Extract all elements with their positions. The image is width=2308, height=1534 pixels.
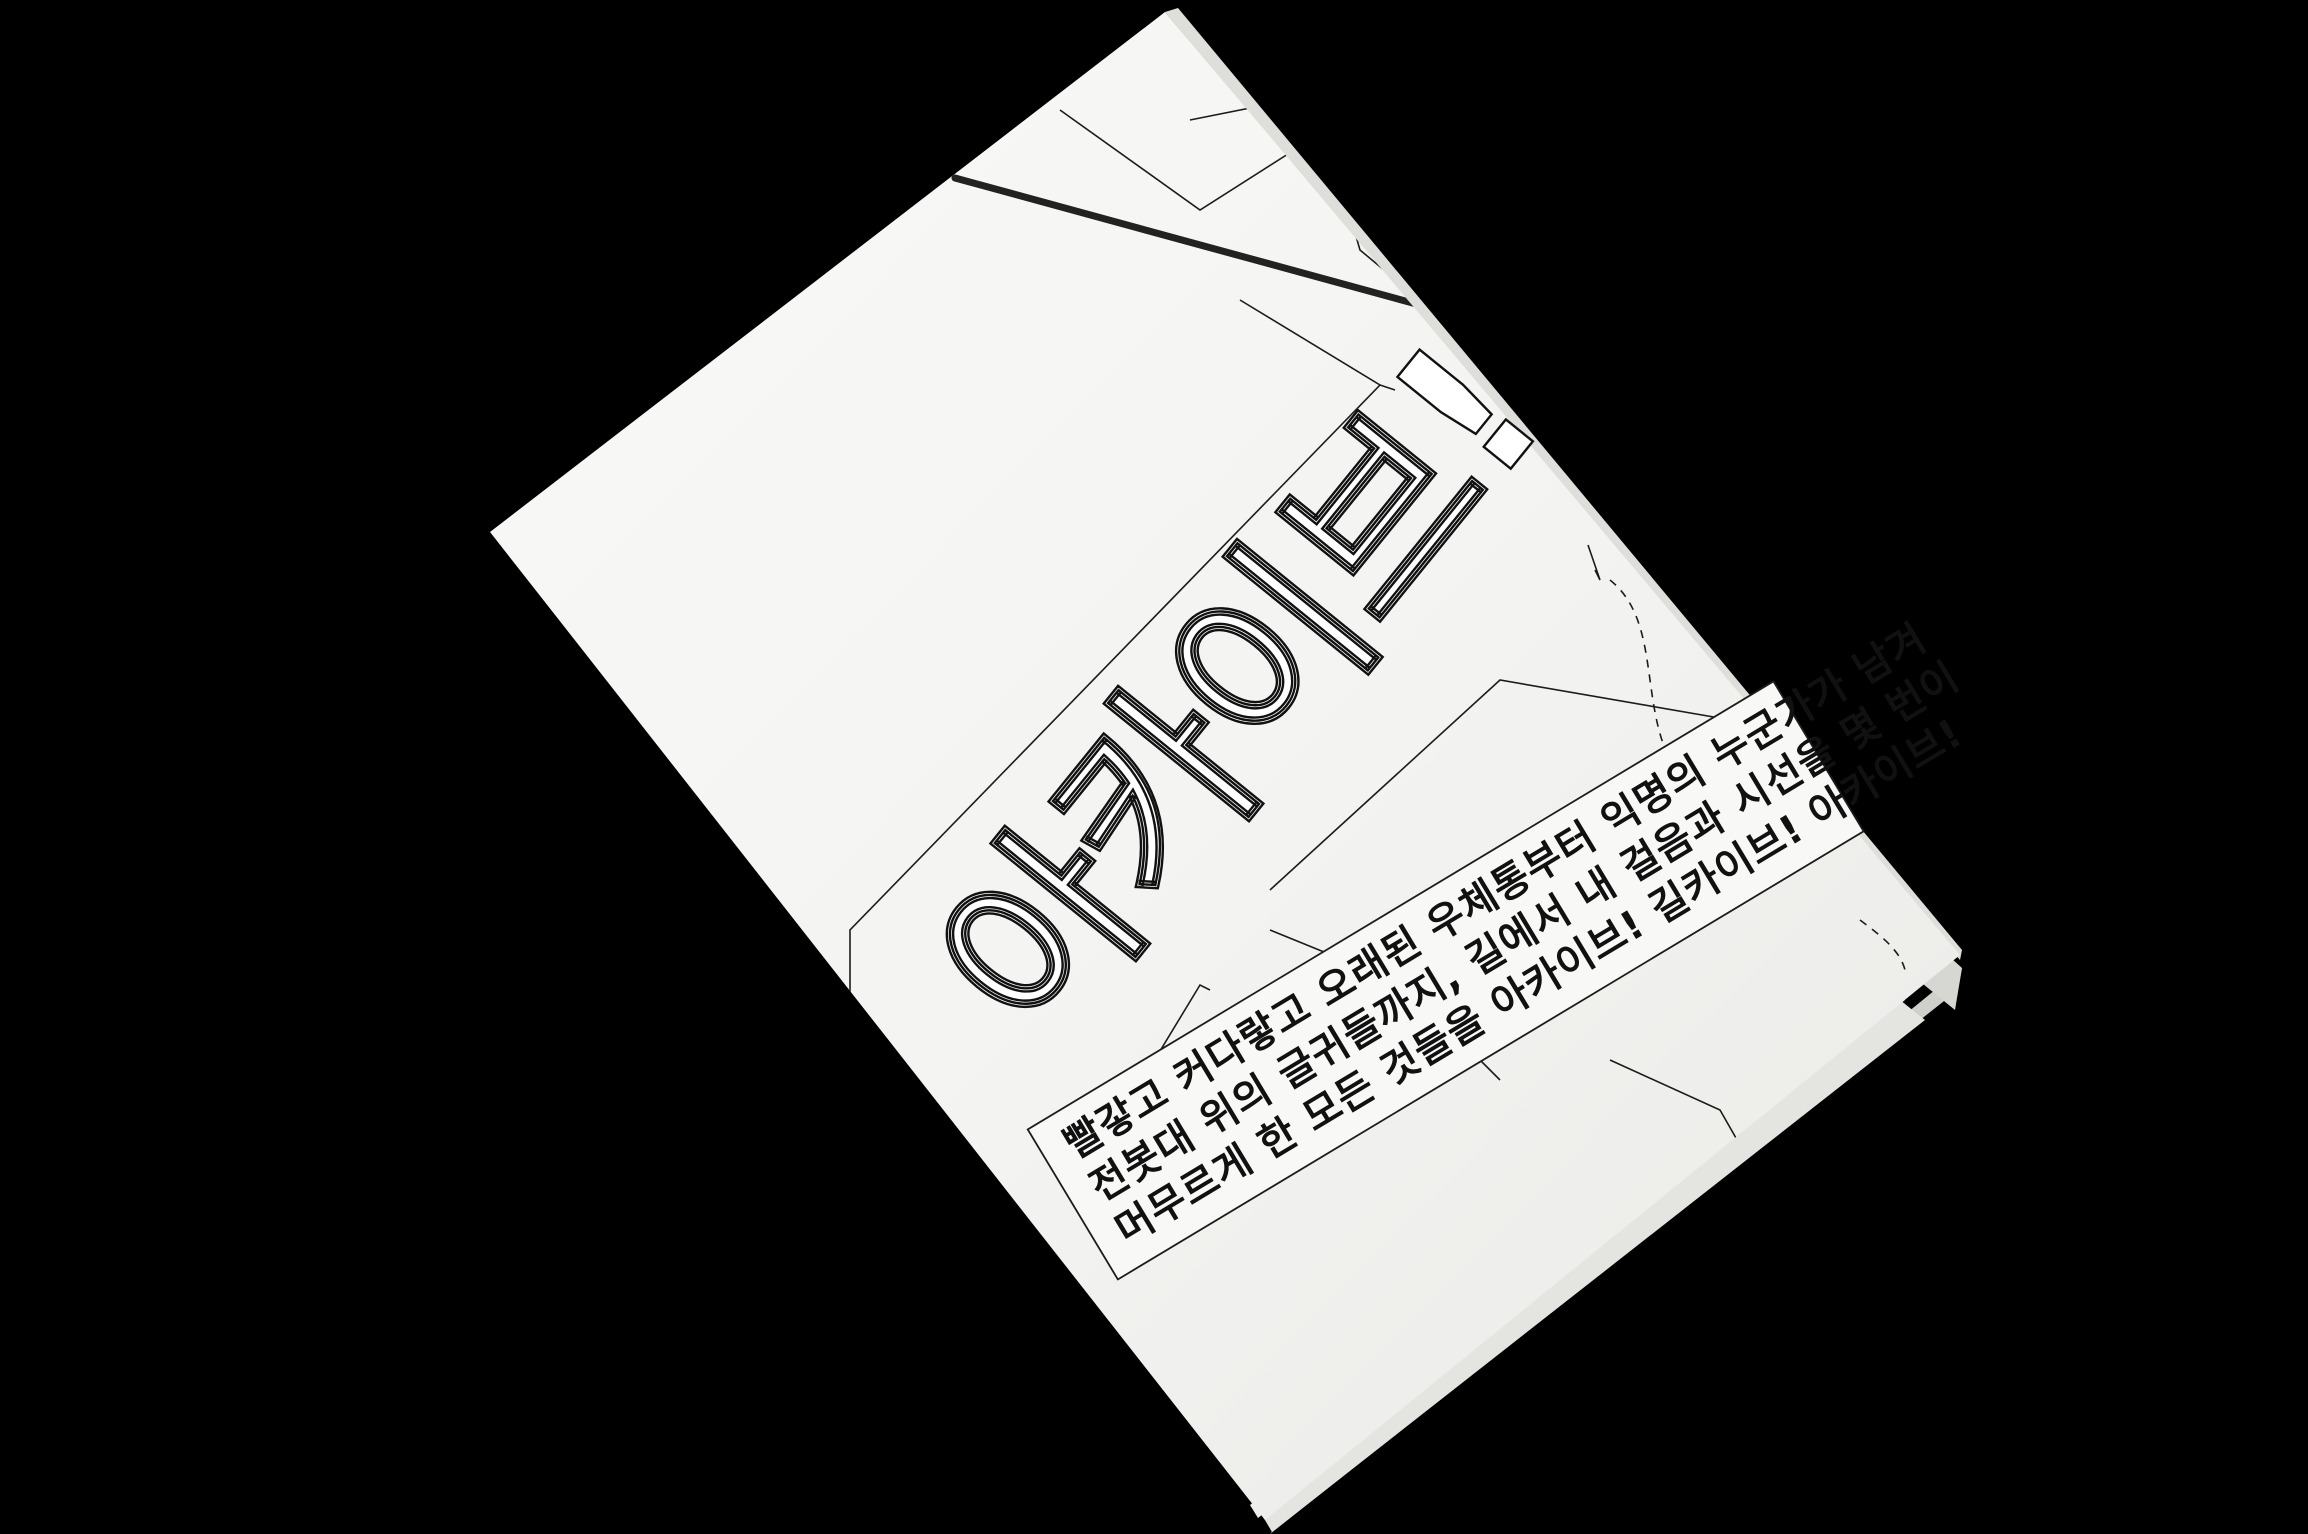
- photo-scene: 아카이브! 빨갛고 커다랗고 오래된 우체통부터 익명의 누군가가 남겨 전봇대…: [0, 0, 2308, 1534]
